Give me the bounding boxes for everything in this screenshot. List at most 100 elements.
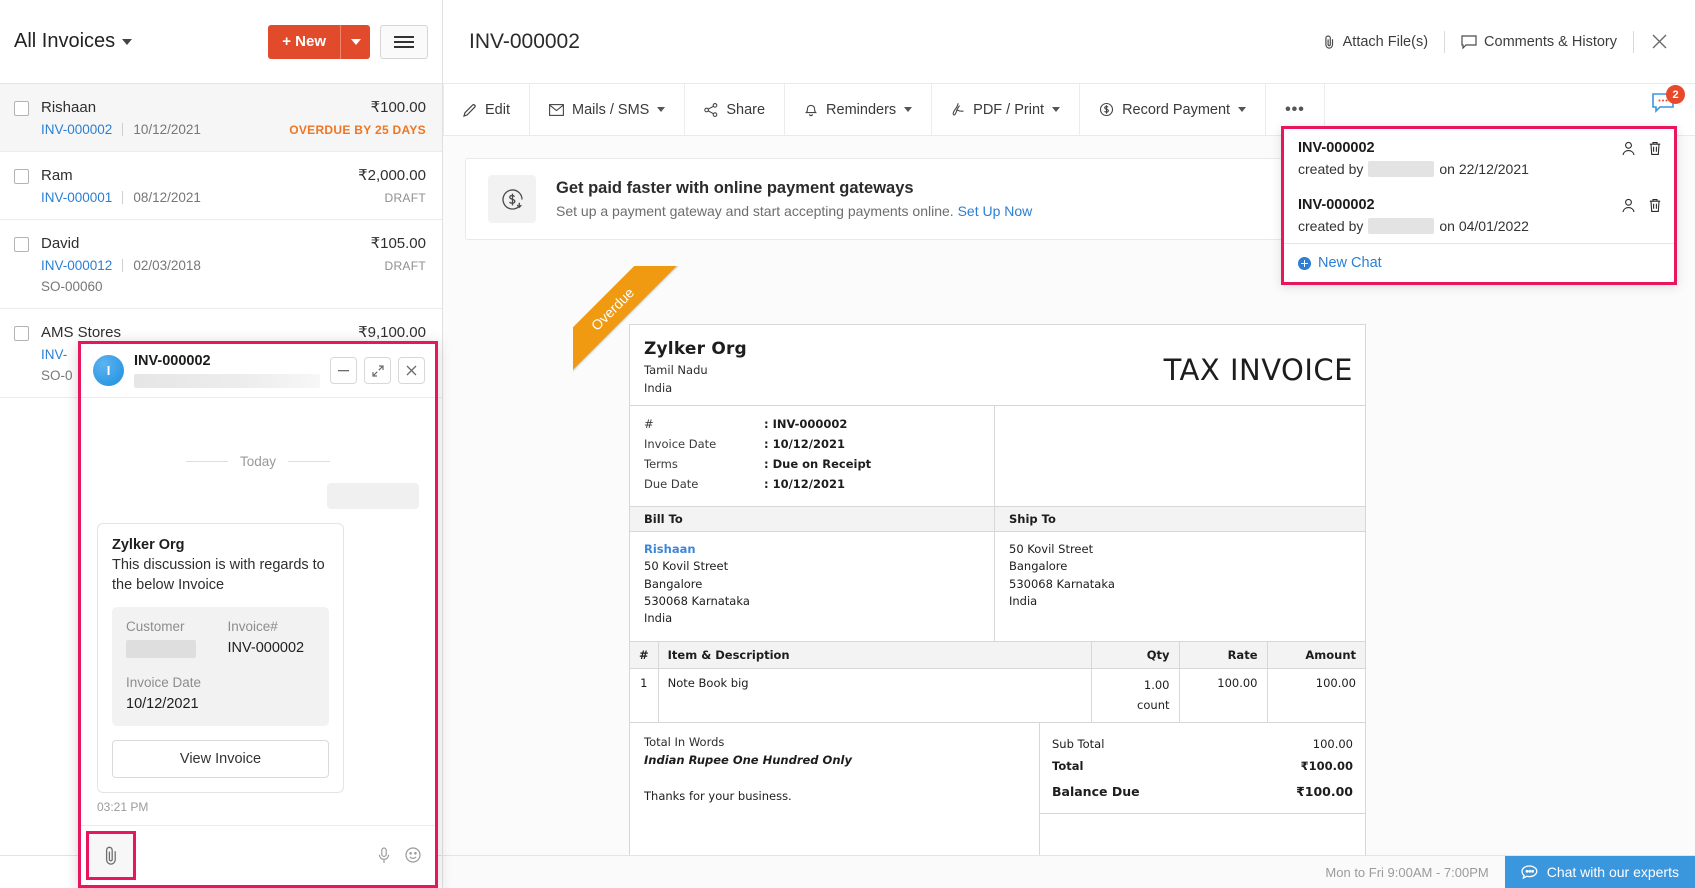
invoice-number-link[interactable]: INV-000002 bbox=[41, 122, 112, 137]
trash-icon[interactable] bbox=[1648, 198, 1662, 213]
meta-row: Due Date : 10/12/2021 bbox=[644, 474, 980, 494]
invoice-date-value: 10/12/2021 bbox=[126, 696, 214, 712]
page-title: INV-000002 bbox=[469, 30, 580, 54]
pdf-icon bbox=[951, 102, 965, 117]
share-label: Share bbox=[726, 102, 765, 118]
message-text: This discussion is with regards to the b… bbox=[112, 556, 329, 595]
message-org-name: Zylker Org bbox=[112, 537, 329, 553]
close-chat-button[interactable] bbox=[398, 357, 425, 384]
mails-sms-button[interactable]: Mails / SMS bbox=[530, 84, 685, 135]
detail-header-actions: Attach File(s) Comments & History bbox=[1307, 29, 1673, 55]
record-payment-button[interactable]: Record Payment bbox=[1080, 84, 1266, 135]
org-country: India bbox=[644, 381, 981, 395]
chat-title: INV-000002 bbox=[1298, 140, 1660, 156]
list-item[interactable]: INV-000002 created by on 04/01/2022 bbox=[1284, 186, 1674, 243]
chat-with-experts-button[interactable]: Chat with our experts bbox=[1505, 856, 1695, 888]
details-empty-cell bbox=[228, 675, 316, 712]
expand-button[interactable] bbox=[364, 357, 391, 384]
redacted-user-name bbox=[1368, 161, 1434, 177]
new-chat-button[interactable]: New Chat bbox=[1284, 243, 1674, 282]
paperclip-icon bbox=[1323, 34, 1336, 50]
invoice-document: Zylker Org Tamil Nadu India TAX INVOICE bbox=[629, 324, 1366, 888]
sub-total-value: 100.00 bbox=[1313, 737, 1353, 751]
item-description: Note Book big bbox=[658, 669, 1091, 723]
item-index: 1 bbox=[630, 669, 658, 723]
attach-files-button[interactable]: Attach File(s) bbox=[1307, 29, 1444, 55]
chat-subtitle: created by on 22/12/2021 bbox=[1298, 161, 1660, 177]
ship-to-header: Ship To bbox=[995, 507, 1070, 531]
redacted-message-bubble bbox=[327, 483, 419, 509]
ship-to-line: India bbox=[1009, 593, 1115, 610]
invoice-date-field: Invoice Date 10/12/2021 bbox=[126, 675, 214, 712]
pdf-print-button[interactable]: PDF / Print bbox=[932, 84, 1080, 135]
invoice-date: 02/03/2018 bbox=[133, 258, 201, 273]
invoice-number-link[interactable]: INV- bbox=[41, 347, 67, 362]
org-name: Zylker Org bbox=[644, 339, 981, 359]
table-row[interactable]: Rishaan ₹100.00 INV-000002 10/12/2021 OV… bbox=[0, 84, 442, 152]
banner-text: Get paid faster with online payment gate… bbox=[556, 179, 1032, 219]
reminders-button[interactable]: Reminders bbox=[785, 84, 932, 135]
created-by-prefix: created by bbox=[1298, 161, 1363, 177]
share-button[interactable]: Share bbox=[685, 84, 785, 135]
person-icon[interactable] bbox=[1621, 141, 1636, 156]
invoice-message-card: Zylker Org This discussion is with regar… bbox=[97, 523, 344, 793]
view-invoice-button[interactable]: View Invoice bbox=[112, 740, 329, 778]
new-button[interactable]: + New bbox=[268, 25, 340, 59]
person-icon[interactable] bbox=[1621, 198, 1636, 213]
thanks-note: Thanks for your business. bbox=[644, 789, 1025, 803]
pencil-icon bbox=[463, 103, 477, 117]
table-row[interactable]: David ₹105.00 INV-000012 02/03/2018 DRAF… bbox=[0, 220, 442, 309]
bill-to-line: Bangalore bbox=[644, 576, 980, 593]
table-row[interactable]: Ram ₹2,000.00 INV-000001 08/12/2021 DRAF… bbox=[0, 152, 442, 220]
row-content: Rishaan ₹100.00 INV-000002 10/12/2021 OV… bbox=[41, 98, 426, 137]
close-button[interactable] bbox=[1634, 32, 1673, 51]
set-up-now-link[interactable]: Set Up Now bbox=[958, 203, 1033, 219]
meta-row: Terms : Due on Receipt bbox=[644, 454, 980, 474]
attach-button[interactable] bbox=[86, 831, 136, 880]
row-meta: INV-000002 10/12/2021 bbox=[41, 122, 201, 137]
edit-button[interactable]: Edit bbox=[443, 84, 530, 135]
invoice-amount: ₹105.00 bbox=[371, 234, 426, 252]
emoji-icon[interactable] bbox=[405, 847, 421, 864]
chat-window-titles: INV-000002 bbox=[134, 353, 320, 388]
doc-type-block: TAX INVOICE bbox=[995, 325, 1365, 405]
comments-history-button[interactable]: Comments & History bbox=[1445, 29, 1633, 55]
created-by-prefix: created by bbox=[1298, 218, 1363, 234]
meta-value: : Due on Receipt bbox=[764, 457, 871, 471]
row-checkbox[interactable] bbox=[14, 326, 29, 341]
invoice-number-link[interactable]: INV-000001 bbox=[41, 190, 112, 205]
banner-subtitle-text: Set up a payment gateway and start accep… bbox=[556, 203, 954, 219]
customer-name: AMS Stores bbox=[41, 324, 121, 341]
close-icon bbox=[1650, 32, 1669, 51]
invoice-number-link[interactable]: INV-000012 bbox=[41, 258, 112, 273]
sales-order-number: SO-00060 bbox=[41, 279, 426, 294]
invoice-meta-list: # : INV-000002 Invoice Date : 10/12/2021… bbox=[630, 406, 995, 506]
meta-key: Due Date bbox=[644, 477, 764, 491]
divider bbox=[122, 191, 123, 204]
bill-to-name-link[interactable]: Rishaan bbox=[644, 541, 980, 558]
new-button-dropdown[interactable] bbox=[340, 25, 370, 59]
message-input[interactable] bbox=[136, 826, 435, 885]
row-checkbox[interactable] bbox=[14, 237, 29, 252]
row-checkbox[interactable] bbox=[14, 101, 29, 116]
message-invoice-details: Customer Invoice# INV-000002 Invoice Dat… bbox=[112, 607, 329, 726]
meta-key: Terms bbox=[644, 457, 764, 471]
avatar: I bbox=[93, 355, 124, 386]
microphone-icon[interactable] bbox=[377, 847, 391, 864]
chat-window-controls bbox=[330, 357, 425, 384]
list-item[interactable]: INV-000002 created by on 22/12/2021 bbox=[1284, 129, 1674, 186]
payment-icon-wrapper bbox=[488, 175, 536, 223]
total-value: ₹100.00 bbox=[1301, 759, 1353, 773]
all-invoices-dropdown[interactable]: All Invoices bbox=[14, 30, 132, 53]
chat-window-body: Today Zylker Org This discussion is with… bbox=[81, 398, 435, 825]
trash-icon[interactable] bbox=[1648, 141, 1662, 156]
minimize-icon bbox=[338, 369, 349, 372]
minimize-button[interactable] bbox=[330, 357, 357, 384]
close-icon bbox=[406, 365, 417, 376]
row-checkbox[interactable] bbox=[14, 169, 29, 184]
comments-indicator[interactable]: 2 bbox=[1651, 92, 1677, 116]
list-view-menu-button[interactable] bbox=[380, 25, 428, 59]
customer-field: Customer bbox=[126, 619, 214, 663]
col-index: # bbox=[630, 642, 658, 669]
chat-composer bbox=[81, 825, 435, 885]
